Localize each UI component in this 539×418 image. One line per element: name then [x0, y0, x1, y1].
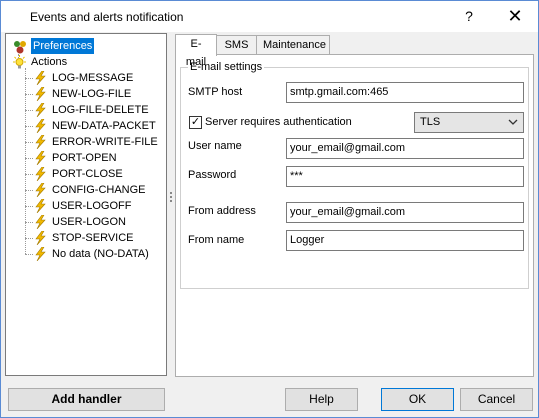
chevron-down-icon	[508, 115, 518, 132]
lightning-icon	[33, 102, 47, 118]
from-address-input[interactable]: your_email@gmail.com	[286, 202, 524, 223]
tree-connector	[25, 126, 33, 127]
lightning-icon	[33, 198, 47, 214]
tree-connector	[25, 158, 33, 159]
tree-connector	[25, 206, 33, 207]
tree-connector	[25, 174, 33, 175]
tab-sms[interactable]: SMS	[216, 35, 257, 55]
window-title: Events and alerts notification	[30, 10, 184, 24]
tree-connector	[25, 68, 26, 254]
tree-item-label: NEW-LOG-FILE	[52, 88, 132, 100]
username-input[interactable]: your_email@gmail.com	[286, 138, 524, 159]
tab-maintenance[interactable]: Maintenance	[256, 35, 330, 55]
lightning-icon	[33, 150, 47, 166]
from-name-input[interactable]: Logger	[286, 230, 524, 251]
splitter-handle[interactable]	[168, 191, 173, 207]
tree-item-label: ERROR-WRITE-FILE	[52, 136, 158, 148]
tree-item-label: USER-LOGOFF	[52, 200, 132, 212]
help-title-button[interactable]: ?	[457, 5, 481, 27]
tree-connector	[25, 78, 33, 79]
tree-item-label: LOG-FILE-DELETE	[52, 104, 149, 116]
lightning-icon	[33, 214, 47, 230]
tree-item-label: Actions	[31, 56, 68, 68]
tree-item-label: Preferences	[31, 38, 95, 54]
title-bar: Events and alerts notification ? ✕	[1, 1, 538, 32]
tab-email[interactable]: E-mail	[175, 34, 217, 68]
email-tab-panel: E-mail settings SMTP host smtp.gmail.com…	[175, 54, 534, 377]
tree-connector	[25, 238, 33, 239]
tree-connector	[25, 222, 33, 223]
events-tree[interactable]: Preferences Actions LOG-MESSAGE NEW-LOG-…	[5, 33, 167, 376]
tree-connector	[25, 254, 33, 255]
smtp-host-label: SMTP host	[188, 86, 243, 98]
password-input[interactable]: ***	[286, 166, 524, 187]
lightning-icon	[33, 166, 47, 182]
tree-connector	[25, 110, 33, 111]
from-name-label: From name	[188, 234, 245, 246]
lightning-icon	[33, 230, 47, 246]
cancel-button[interactable]: Cancel	[460, 388, 533, 411]
security-select[interactable]: TLS	[414, 112, 524, 133]
lightbulb-icon	[12, 55, 26, 69]
tree-item-label: STOP-SERVICE	[52, 232, 134, 244]
tree-connector	[25, 190, 33, 191]
tree-connector	[25, 94, 33, 95]
tree-item-label: CONFIG-CHANGE	[52, 184, 146, 196]
auth-checkbox[interactable]: ✓	[189, 116, 202, 129]
tree-item-label: USER-LOGON	[52, 216, 126, 228]
lightning-icon	[33, 246, 47, 262]
lightning-icon	[33, 86, 47, 102]
email-settings-group: E-mail settings SMTP host smtp.gmail.com…	[180, 61, 529, 289]
tree-item-label: LOG-MESSAGE	[52, 72, 134, 84]
lightning-icon	[33, 134, 47, 150]
lightning-icon	[33, 70, 47, 86]
tree-item-label: NEW-DATA-PACKET	[52, 120, 156, 132]
lightning-icon	[33, 118, 47, 134]
tree-item-label: No data (NO-DATA)	[52, 248, 149, 260]
smtp-host-input[interactable]: smtp.gmail.com:465	[286, 82, 524, 103]
auth-checkbox-label: Server requires authentication	[205, 116, 352, 128]
ok-button[interactable]: OK	[381, 388, 454, 411]
from-address-label: From address	[188, 205, 256, 217]
dialog-window: Events and alerts notification ? ✕ Prefe…	[0, 0, 539, 418]
tree-item-label: PORT-CLOSE	[52, 168, 123, 180]
add-handler-button[interactable]: Add handler	[8, 388, 165, 411]
close-button[interactable]: ✕	[503, 5, 527, 27]
tree-item-label: PORT-OPEN	[52, 152, 117, 164]
help-button[interactable]: Help	[285, 388, 358, 411]
username-label: User name	[188, 140, 242, 152]
tree-connector	[25, 142, 33, 143]
security-select-value: TLS	[420, 116, 441, 128]
lightning-icon	[33, 182, 47, 198]
preferences-icon	[12, 39, 26, 54]
password-label: Password	[188, 169, 237, 181]
